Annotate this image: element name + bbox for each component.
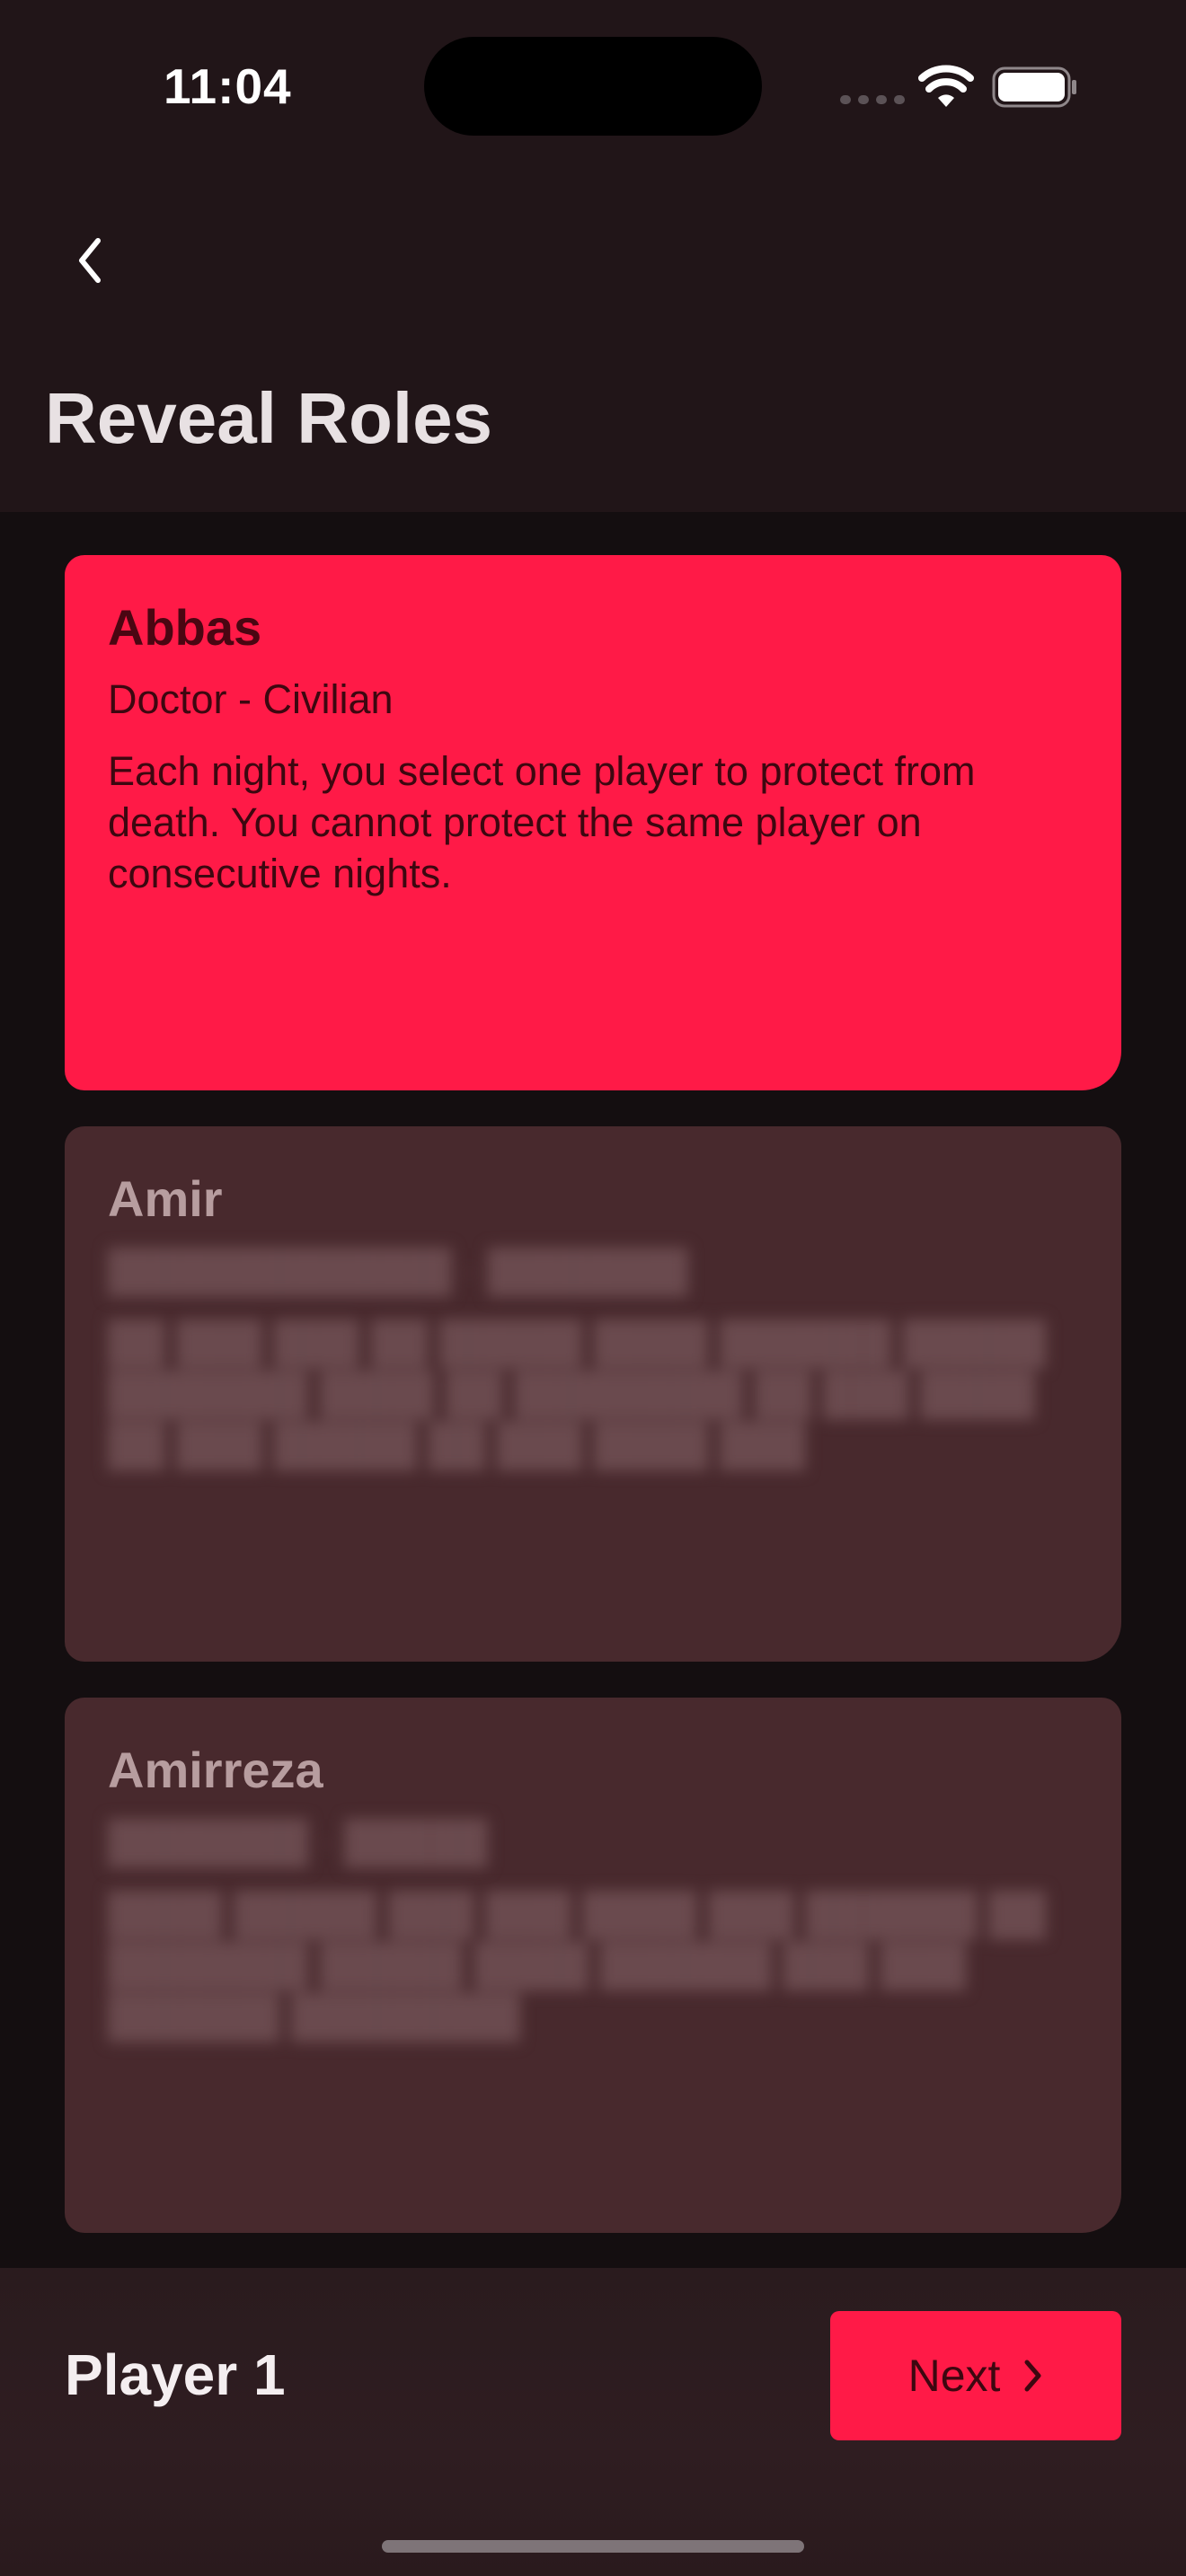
role-card-revealed[interactable]: Abbas Doctor - Civilian Each night, you …	[65, 555, 1121, 1090]
status-bar: 11:04	[0, 0, 1186, 171]
chevron-left-icon	[79, 238, 101, 283]
card-player-name: Amirreza	[108, 1742, 323, 1798]
back-button[interactable]	[63, 225, 117, 296]
card-role-description-blurred: ████ █████ ███ ███ ████ ███ ██████ ██ ██…	[108, 1890, 1046, 2039]
footer: Player 1 Next	[0, 2268, 1186, 2576]
chevron-right-icon	[1024, 2360, 1041, 2392]
page-title: Reveal Roles	[45, 378, 493, 458]
card-player-name: Amir	[108, 1170, 223, 1227]
status-time: 11:04	[164, 58, 292, 114]
dynamic-island	[424, 37, 762, 136]
card-role-description: Each night, you select one player to pro…	[108, 747, 976, 896]
card-role: Doctor - Civilian	[108, 675, 394, 722]
header: 11:04 Reveal Roles	[0, 0, 1186, 512]
roles-list: Abbas Doctor - Civilian Each night, you …	[0, 512, 1186, 2268]
card-player-name: Abbas	[108, 599, 262, 656]
next-button[interactable]: Next	[830, 2311, 1121, 2440]
home-indicator[interactable]	[382, 2540, 804, 2553]
next-button-label: Next	[907, 2351, 1001, 2401]
card-role-blurred: ████████████ · ███████	[108, 1247, 688, 1293]
card-role-blurred: ███████ · █████	[108, 1818, 488, 1865]
role-card-hidden[interactable]: Amirreza ███████ · █████ ████ █████ ███ …	[65, 1698, 1121, 2233]
wifi-icon	[918, 65, 974, 107]
current-player-label: Player 1	[65, 2342, 286, 2407]
card-role-description-blurred: ██ ███ ███ ██ █████ ████ ██████ █████ ██…	[108, 1319, 1046, 1468]
battery-icon	[992, 66, 1076, 108]
role-card-hidden[interactable]: Amir ████████████ · ███████ ██ ███ ███ █…	[65, 1126, 1121, 1662]
